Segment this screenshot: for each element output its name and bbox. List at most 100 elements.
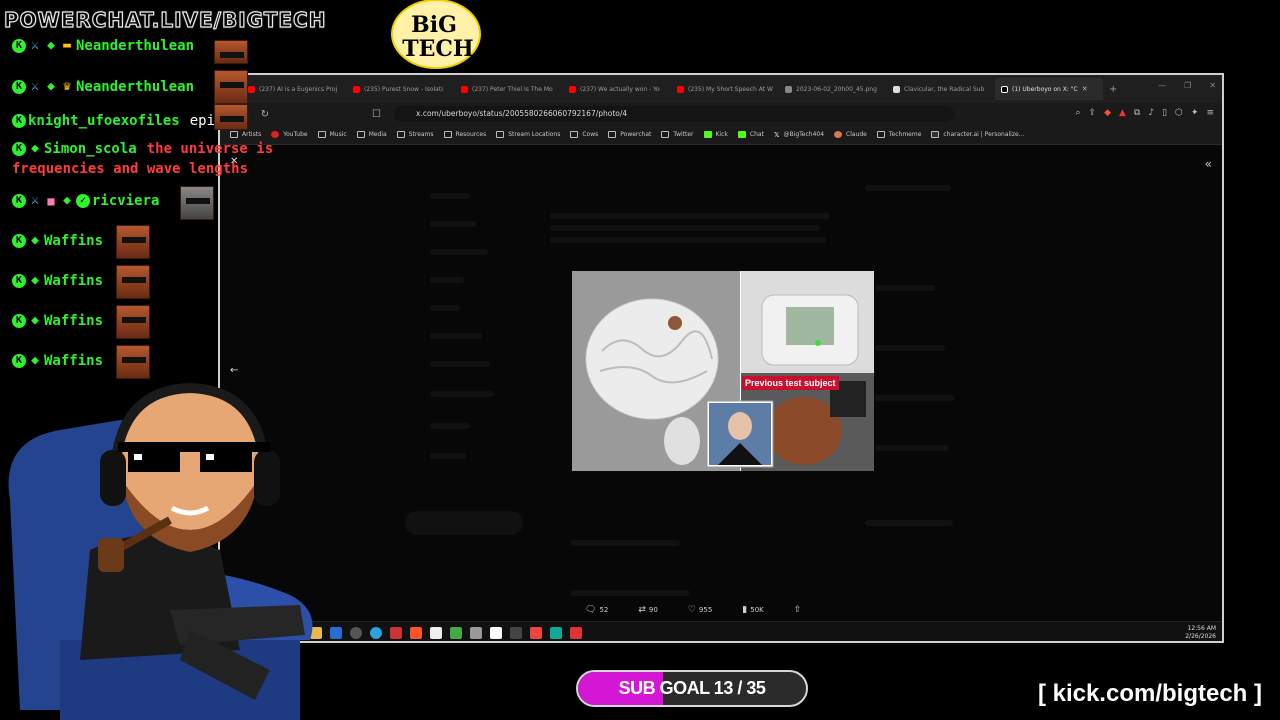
like-button[interactable]: ♡ 955: [688, 605, 712, 615]
ghost-reply-line: [570, 540, 680, 546]
menu-icon[interactable]: ≡: [1206, 108, 1214, 118]
emote-image: [116, 225, 150, 259]
emote-image: [116, 265, 150, 299]
bookmark-item[interactable]: YouTube: [271, 131, 308, 138]
collapse-sidebar-icon[interactable]: «: [1205, 157, 1212, 171]
ghost-nav: [430, 423, 470, 429]
ghost-tweet-line: [550, 237, 826, 243]
ghost-tweet-line: [550, 225, 820, 231]
maximize-icon[interactable]: ❐: [1184, 81, 1191, 90]
app-icon[interactable]: [330, 626, 342, 639]
share-icon: ⇧: [793, 605, 802, 615]
chat-username: Neanderthulean: [76, 79, 195, 95]
kick-badge-icon: K: [12, 194, 26, 208]
browser-tab[interactable]: (235) My Short Speech At W: [671, 78, 779, 100]
app-icon[interactable]: [510, 626, 522, 639]
media-icon[interactable]: ♪: [1148, 108, 1154, 118]
bookmark-item[interactable]: Stream Locations: [496, 131, 560, 138]
bookmark-item[interactable]: Claude: [834, 131, 867, 138]
bookmark-item[interactable]: Streams: [396, 131, 434, 138]
close-chat-icon[interactable]: ✕: [230, 156, 238, 167]
app-icon[interactable]: [430, 626, 442, 639]
google-icon[interactable]: [490, 626, 502, 639]
ghost-tweet-line: [550, 213, 830, 219]
browser-tab[interactable]: 2023-06-02_20h00_45.png: [779, 78, 887, 100]
vpn-icon[interactable]: ✦: [1191, 108, 1199, 118]
minimize-icon[interactable]: —: [1158, 81, 1166, 90]
bookmark-icon[interactable]: ☐: [372, 109, 381, 120]
chat-username: Simon_scola: [44, 141, 137, 157]
diamond-icon: ◆: [31, 273, 39, 288]
kick-badge-icon: K: [12, 80, 26, 94]
ghost-side-line: [865, 520, 953, 526]
tweet-photo[interactable]: Previous test subject: [572, 271, 874, 471]
browser-tab[interactable]: (237) We actually won - Yo: [563, 78, 671, 100]
rewards-icon[interactable]: ▲: [1119, 108, 1126, 118]
repost-button[interactable]: ⇄ 90: [638, 605, 657, 615]
bookmark-item[interactable]: Techmeme: [876, 131, 921, 138]
bookmark-item[interactable]: character.ai | Personalize...: [931, 131, 1024, 138]
views-button[interactable]: ▮ 50K: [742, 605, 763, 615]
app-icon[interactable]: [570, 626, 582, 639]
ghost-nav: [430, 453, 466, 459]
chat-message: K ◆ Simon_scola the universe is: [12, 141, 273, 157]
bookmark-item[interactable]: 𝕏 @BigTech404: [774, 131, 824, 139]
share-button[interactable]: ⇧: [794, 605, 802, 615]
sub-goal-label: SUB GOAL 13 / 35: [618, 678, 766, 698]
ghost-nav: [430, 193, 470, 199]
browser-tab[interactable]: (237) AI is a Eugenics Proj: [242, 78, 347, 100]
diamond-icon: ◆: [31, 313, 39, 328]
reply-icon: 🗨: [585, 605, 597, 615]
app-icon[interactable]: [530, 626, 542, 639]
zoom-icon[interactable]: ⌕: [1075, 108, 1080, 118]
back-arrow-icon[interactable]: ←: [230, 365, 238, 376]
app-icon[interactable]: [450, 626, 462, 639]
bookmarks-bar: Artists YouTube Music Media Streams Reso…: [220, 125, 1222, 145]
bookmark-item[interactable]: Powerchat: [608, 131, 651, 138]
bookmark-item[interactable]: Media: [356, 131, 387, 138]
bookmark-item[interactable]: Resources: [443, 131, 486, 138]
app-icon[interactable]: [470, 626, 482, 639]
diamond-icon: ◆: [31, 353, 39, 368]
app-icon[interactable]: [390, 626, 402, 639]
browser-tab-active[interactable]: (1) Uberboyo on X: "C ✕: [995, 78, 1103, 100]
crown-icon: ▬: [63, 38, 71, 53]
bookmark-item[interactable]: Twitter: [661, 131, 694, 138]
emote-image: [180, 186, 214, 220]
chat-username: Waffins: [44, 233, 104, 249]
taskbar: 12:56 AM 2/26/2026: [220, 621, 1222, 641]
wallet-icon[interactable]: ⬡: [1175, 108, 1183, 118]
brave-shield-icon[interactable]: ◆: [1104, 108, 1111, 118]
browser-window: (237) AI is a Eugenics Proj (235) Purest…: [218, 73, 1224, 643]
bookmark-item[interactable]: Chat: [737, 131, 764, 138]
close-window-icon[interactable]: ✕: [1209, 81, 1216, 90]
close-tab-icon[interactable]: ✕: [1082, 85, 1088, 93]
sword-icon: ⚔: [31, 79, 39, 94]
share-icon[interactable]: ⇪: [1089, 108, 1097, 118]
reply-button[interactable]: 🗨 52: [585, 605, 608, 615]
browser-tab[interactable]: Clavicular, the Radical Sub: [887, 78, 995, 100]
diamond-icon: ◆: [31, 233, 39, 248]
tab-bar: (237) AI is a Eugenics Proj (235) Purest…: [220, 75, 1222, 103]
obs-icon[interactable]: [350, 626, 362, 639]
stream-overlay: POWERCHAT.LIVE/BIGTECH BiG TECH (237) AI…: [0, 0, 1280, 720]
bookmark-item[interactable]: Cows: [570, 131, 598, 138]
streamer-avatar: [8, 382, 313, 720]
extensions-icon[interactable]: ⧉: [1134, 108, 1140, 118]
bookmark-item[interactable]: Artists: [230, 131, 261, 138]
address-bar[interactable]: x.com/uberboyo/status/200558026606079216…: [394, 106, 954, 122]
chat-message-continued: frequencies and wave lengths: [12, 161, 248, 177]
bookmark-item[interactable]: Music: [317, 131, 347, 138]
sidebar-icon[interactable]: ▯: [1162, 108, 1167, 118]
diamond-icon: ◆: [47, 38, 55, 53]
bookmark-item[interactable]: Kick: [703, 131, 728, 138]
app-icon[interactable]: [550, 626, 562, 639]
browser-tab[interactable]: (237) Peter Thiel Is The Mo: [455, 78, 563, 100]
new-tab-icon[interactable]: +: [1109, 84, 1117, 95]
telegram-icon[interactable]: [370, 626, 382, 639]
reload-icon[interactable]: ↻: [256, 109, 274, 120]
window-controls: — ❐ ✕: [1158, 81, 1216, 90]
crown-icon: ♛: [63, 79, 71, 94]
brave-icon[interactable]: [410, 626, 422, 639]
browser-tab[interactable]: (235) Purest Snow - Isolati: [347, 78, 455, 100]
